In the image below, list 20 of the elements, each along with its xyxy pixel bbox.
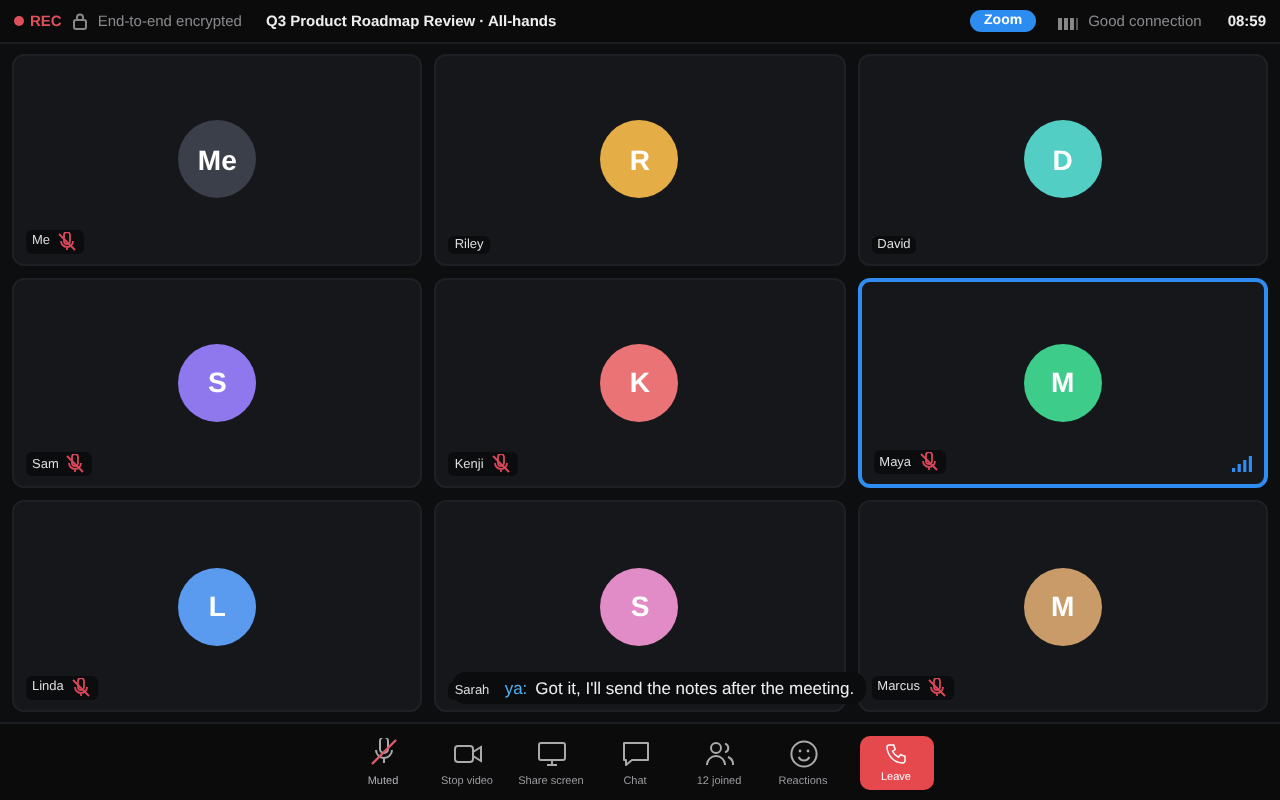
smiley-icon	[787, 737, 819, 769]
avatar: Me	[178, 120, 257, 199]
avatar: S	[600, 567, 679, 646]
microphone-icon	[367, 737, 399, 769]
monitor-icon	[535, 737, 567, 769]
avatar: K	[600, 343, 679, 422]
avatar: S	[178, 343, 257, 422]
caption-text: Got it, I'll send the notes after the meeting.	[535, 677, 855, 698]
avatar: M	[1023, 567, 1102, 646]
avatar: L	[178, 567, 257, 646]
chat-bubble-icon	[619, 737, 651, 769]
phone-icon	[880, 741, 912, 765]
audio-level-icon	[1231, 456, 1252, 473]
signal-icon	[1058, 13, 1079, 29]
lock-icon	[71, 12, 88, 30]
people-icon	[703, 737, 735, 769]
avatar: M	[1023, 343, 1102, 422]
avatar: D	[1023, 120, 1102, 199]
caption-speaker: ya:	[504, 677, 528, 698]
avatar: R	[600, 120, 679, 199]
